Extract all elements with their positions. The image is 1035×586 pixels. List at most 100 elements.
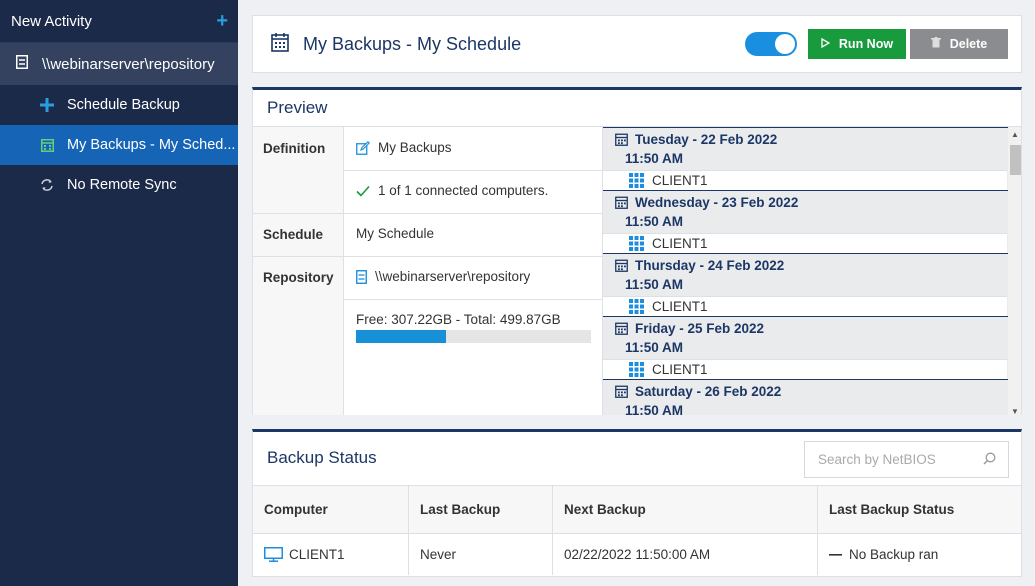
storage-progress-bar: [356, 330, 591, 343]
preview-title: Preview: [267, 98, 328, 117]
schedule-time: 11:50 AM: [625, 214, 684, 229]
computer-cell: CLIENT1: [253, 534, 409, 575]
backup-status-table: Computer Last Backup Next Backup Last Ba…: [253, 485, 1021, 575]
last-backup-cell: Never: [409, 534, 553, 575]
repository-path: \\webinarserver\repository: [375, 269, 531, 284]
repository-label: Repository: [263, 270, 334, 285]
schedule-entry-header: Friday - 25 Feb 2022 11:50 AM: [603, 317, 1021, 359]
backup-status-card: Backup Status Search by NetBIOS Computer…: [252, 429, 1022, 577]
schedule-scrollbar[interactable]: ▲ ▼: [1008, 127, 1021, 415]
connected-text: 1 of 1 connected computers.: [378, 183, 549, 198]
schedule-header-card: My Backups - My Schedule Run Now Delete: [252, 15, 1022, 73]
play-icon: [821, 37, 831, 51]
schedule-client-row: CLIENT1: [603, 359, 1007, 379]
schedule-date: Saturday - 26 Feb 2022: [635, 384, 782, 399]
delete-button[interactable]: Delete: [910, 29, 1008, 59]
schedule-enabled-toggle[interactable]: [745, 32, 797, 56]
run-now-button[interactable]: Run Now: [808, 29, 906, 59]
schedule-client-row: CLIENT1: [603, 170, 1007, 190]
storage-progress-fill: [356, 330, 447, 343]
schedule-date: Friday - 25 Feb 2022: [635, 321, 765, 336]
check-icon: [356, 185, 370, 197]
server-icon: [356, 269, 367, 284]
run-now-label: Run Now: [838, 37, 894, 51]
column-header-computer[interactable]: Computer: [253, 486, 409, 533]
calendar-icon: [40, 138, 54, 152]
sidebar-repository[interactable]: \\webinarserver\repository: [0, 43, 238, 85]
schedule-client-row: CLIENT1: [603, 233, 1007, 253]
search-icon[interactable]: [983, 452, 996, 468]
sidebar-item-schedule-backup[interactable]: Schedule Backup: [0, 85, 238, 125]
plus-icon: [40, 98, 54, 112]
schedule-time: 11:50 AM: [625, 403, 684, 415]
definition-label: Definition: [263, 141, 326, 156]
column-header-next-backup[interactable]: Next Backup: [553, 486, 818, 533]
grid-icon: [629, 173, 644, 188]
schedule-entry: Friday - 25 Feb 2022 11:50 AM CLIENT1: [603, 316, 1021, 379]
schedule-entry: Tuesday - 22 Feb 2022 11:50 AM CLIENT1: [603, 127, 1021, 190]
grid-icon: [629, 362, 644, 377]
schedule-preview-list: Tuesday - 22 Feb 2022 11:50 AM CLIENT1 Wedn…: [602, 127, 1021, 415]
computer-name: CLIENT1: [289, 547, 345, 562]
schedule-time: 11:50 AM: [625, 340, 684, 355]
schedule-client-name: CLIENT1: [652, 362, 708, 377]
add-activity-icon[interactable]: +: [216, 11, 228, 31]
delete-label: Delete: [949, 37, 988, 51]
search-placeholder: Search by NetBIOS: [818, 452, 936, 467]
repository-value: \\webinarserver\repository: [356, 269, 530, 284]
netbios-search-input[interactable]: Search by NetBIOS: [804, 441, 1009, 478]
definition-value[interactable]: My Backups: [356, 140, 452, 155]
sidebar-item-label: My Backups - My Sched...: [67, 137, 236, 153]
sidebar-repository-label: \\webinarserver\repository: [42, 55, 215, 73]
schedule-time: 11:50 AM: [625, 151, 684, 166]
schedule-client-name: CLIENT1: [652, 236, 708, 251]
next-backup-cell: 02/22/2022 11:50:00 AM: [553, 534, 818, 575]
schedule-entry-header: Saturday - 26 Feb 2022 11:50 AM: [603, 380, 1021, 415]
divider: [344, 170, 602, 171]
table-row[interactable]: CLIENT1 Never 02/22/2022 11:50:00 AM No …: [253, 533, 1021, 575]
edit-icon: [356, 140, 370, 155]
scroll-up-icon[interactable]: ▲: [1011, 130, 1019, 139]
storage-text: Free: 307.22GB - Total: 499.87GB: [356, 312, 561, 327]
schedule-entry: Wednesday - 23 Feb 2022 11:50 AM CLIENT1: [603, 190, 1021, 253]
monitor-icon: [264, 547, 283, 562]
schedule-value: My Schedule: [356, 226, 434, 241]
last-backup-status-cell: No Backup ran: [818, 534, 1021, 575]
schedule-entry-header: Thursday - 24 Feb 2022 11:50 AM: [603, 254, 1021, 296]
preview-body: Definition Schedule Repository My Backup…: [253, 126, 1021, 415]
sync-icon: [40, 178, 54, 192]
column-header-last-backup-status[interactable]: Last Backup Status: [818, 486, 1021, 533]
sidebar-item-my-backups[interactable]: My Backups - My Sched...: [0, 125, 238, 165]
schedule-date: Tuesday - 22 Feb 2022: [635, 132, 778, 147]
schedule-entry-header: Wednesday - 23 Feb 2022 11:50 AM: [603, 191, 1021, 233]
table-header: Computer Last Backup Next Backup Last Ba…: [253, 485, 1021, 533]
schedule-client-row: CLIENT1: [603, 296, 1007, 316]
schedule-name: My Schedule: [356, 226, 435, 241]
toggle-knob: [775, 34, 795, 54]
sidebar: New Activity + \\webinarserver\repositor…: [0, 0, 238, 586]
divider: [344, 299, 602, 300]
calendar-icon: [271, 33, 289, 55]
schedule-entry: Saturday - 26 Feb 2022 11:50 AM: [603, 379, 1021, 415]
divider: [253, 256, 602, 257]
new-activity-header[interactable]: New Activity +: [0, 0, 238, 43]
calendar-icon: [615, 133, 628, 146]
definition-name: My Backups: [378, 140, 452, 155]
trash-icon: [930, 37, 941, 51]
calendar-icon: [615, 385, 628, 398]
server-icon: [16, 55, 28, 73]
dash-icon: [829, 553, 843, 556]
schedule-time: 11:50 AM: [625, 277, 684, 292]
divider: [253, 213, 602, 214]
new-activity-label: New Activity: [11, 12, 92, 30]
sidebar-item-no-remote-sync[interactable]: No Remote Sync: [0, 165, 238, 205]
sidebar-item-label: No Remote Sync: [67, 177, 177, 193]
schedule-date: Wednesday - 23 Feb 2022: [635, 195, 799, 210]
schedule-entry: Thursday - 24 Feb 2022 11:50 AM CLIENT1: [603, 253, 1021, 316]
scroll-thumb[interactable]: [1010, 145, 1021, 175]
schedule-date: Thursday - 24 Feb 2022: [635, 258, 785, 273]
scroll-down-icon[interactable]: ▼: [1011, 407, 1019, 415]
calendar-icon: [615, 196, 628, 209]
column-header-last-backup[interactable]: Last Backup: [409, 486, 553, 533]
calendar-icon: [615, 259, 628, 272]
